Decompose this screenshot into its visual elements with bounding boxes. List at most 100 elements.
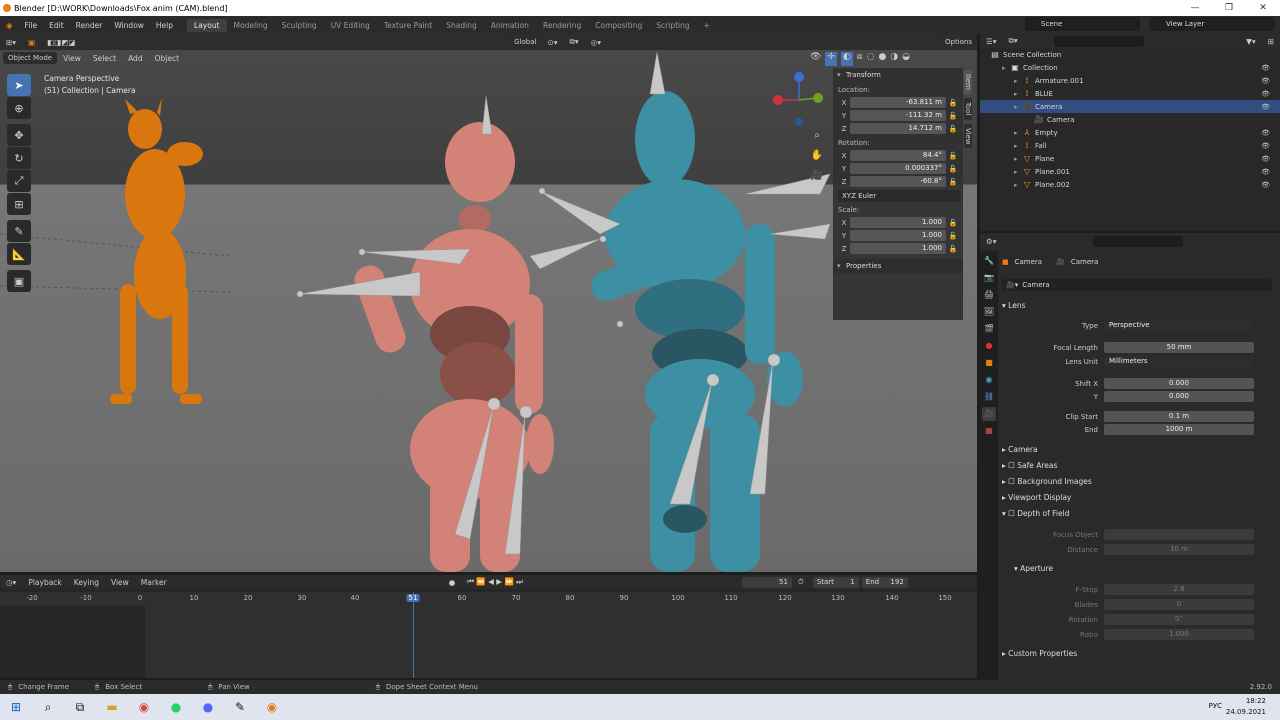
aperture-rotation-field[interactable]: 0° (1104, 614, 1254, 625)
file-explorer-icon[interactable]: ▬ (96, 694, 128, 720)
record-icon[interactable]: ● (443, 578, 462, 587)
view-layer-selector[interactable]: View Layer (1150, 17, 1275, 31)
workspace-tab-sculpting[interactable]: Sculpting (275, 19, 324, 32)
xray-icon[interactable]: ⧈ (857, 52, 863, 66)
view-layer-tab-icon[interactable]: 🖼 (982, 305, 996, 319)
blender-menu-icon[interactable]: ◉ (0, 21, 19, 30)
object-tab-icon[interactable]: ■ (982, 356, 996, 370)
pencil-app-icon[interactable]: ✎ (224, 694, 256, 720)
task-view-icon[interactable]: ⧉ (64, 694, 96, 720)
visibility-eye-icon[interactable]: 👁 (1261, 77, 1270, 85)
location-x-field[interactable]: -63.811 m (850, 97, 946, 108)
add-cube-tool-icon[interactable]: ▣ (7, 270, 31, 292)
scale-y-field[interactable]: 1.000 (850, 230, 946, 241)
outliner-row[interactable]: ▸ ⟟ Fall 👁 (980, 139, 1280, 152)
output-tab-icon[interactable]: 🖨 (982, 288, 996, 302)
minimize-button[interactable]: — (1178, 0, 1212, 16)
rotation-mode-dropdown[interactable]: XYZ Euler (838, 190, 960, 202)
viewport-display-panel-header[interactable]: ▸ Viewport Display (1002, 491, 1071, 505)
timeline-editor-icon[interactable]: ◷▾ (0, 578, 22, 587)
proportional-edit-icon[interactable]: ◎▾ (585, 38, 607, 47)
type-dropdown[interactable]: Perspective (1104, 320, 1254, 331)
expand-arrow-icon[interactable]: ▸ (1014, 90, 1022, 98)
language-indicator[interactable]: РУС (1209, 702, 1222, 710)
lock-icon[interactable]: 🔓 (946, 99, 960, 107)
blender-taskbar-icon[interactable]: ◉ (256, 694, 288, 720)
wireframe-shading-icon[interactable]: ◌ (867, 52, 875, 66)
workspace-tab-animation[interactable]: Animation (484, 19, 536, 32)
menu-add[interactable]: Add (122, 54, 149, 63)
shift-y-field[interactable]: 0.000 (1104, 391, 1254, 402)
cursor-tool-icon[interactable]: ⊕ (7, 97, 31, 119)
menu-file[interactable]: File (19, 21, 44, 30)
lens-unit-dropdown[interactable]: Millimeters (1104, 356, 1254, 367)
scene-collection-row[interactable]: ▤ Scene Collection (980, 48, 1280, 61)
search-icon[interactable]: ⌕ (32, 694, 64, 720)
scale-x-field[interactable]: 1.000 (850, 217, 946, 228)
workspace-tab-texture-paint[interactable]: Texture Paint (377, 19, 439, 32)
properties-editor-icon[interactable]: ⚙▾ (980, 237, 1003, 246)
move-tool-icon[interactable]: ✥ (7, 124, 31, 146)
menu-edit[interactable]: Edit (43, 21, 70, 30)
visibility-eye-icon[interactable]: 👁 (1261, 142, 1270, 150)
rotation-x-field[interactable]: 84.4° (850, 150, 946, 161)
workspace-tab-layout[interactable]: Layout (187, 18, 227, 32)
overlay-toggle-icon[interactable]: ◐ (840, 52, 853, 66)
taskbar-clock[interactable]: 18:22 24.09.2021 (1226, 696, 1266, 718)
zoom-icon[interactable]: ⌕ (810, 126, 824, 146)
outliner-row[interactable]: ▸ 🎥 Camera 👁 (980, 100, 1280, 113)
expand-arrow-icon[interactable]: ▸ (1014, 168, 1022, 176)
snap-icon[interactable]: ⧉▾ (564, 37, 585, 47)
visibility-eye-icon[interactable]: 👁 (1261, 168, 1270, 176)
lock-icon[interactable]: 🔓 (946, 178, 960, 186)
blades-field[interactable]: 0 (1104, 599, 1254, 610)
tab-item[interactable]: Item (964, 70, 972, 94)
scene-selector[interactable]: Scene (1025, 17, 1140, 31)
select-tool-icon[interactable]: ➤ (7, 74, 31, 96)
camera-panel-header[interactable]: ▸ Camera (1002, 443, 1038, 457)
keying-menu[interactable]: Keying (68, 578, 105, 587)
expand-arrow-icon[interactable]: ▸ (1014, 142, 1022, 150)
fstop-field[interactable]: 2.8 (1104, 584, 1254, 595)
visibility-eye-icon[interactable]: 👁 (1261, 129, 1270, 137)
playback-menu[interactable]: Playback (22, 578, 67, 587)
visibility-eye-icon[interactable]: 👁 (1261, 90, 1270, 98)
outliner-search-input[interactable] (1053, 35, 1144, 47)
tool-tab-icon[interactable]: 🔧 (982, 254, 996, 268)
outliner[interactable]: ☰▾ ⧉▾ ▼▾ ⊞ ▤ Scene Collection ▸ ▣ Collecti… (980, 34, 1280, 231)
menu-view[interactable]: View (57, 54, 87, 63)
lock-icon[interactable]: 🔓 (946, 232, 960, 240)
workspace-tab-uv-editing[interactable]: UV Editing (324, 19, 377, 32)
expand-arrow-icon[interactable]: ▸ (1014, 181, 1022, 189)
tab-view[interactable]: View (964, 123, 972, 149)
timeline-view-menu[interactable]: View (105, 578, 135, 587)
workspace-tab-scripting[interactable]: Scripting (649, 19, 696, 32)
expand-arrow-icon[interactable]: ▸ (1014, 77, 1022, 85)
lock-icon[interactable]: 🔓 (946, 125, 960, 133)
select-mode-icons[interactable]: ◧◨◩◪ (41, 38, 81, 47)
workspace-tab-shading[interactable]: Shading (439, 19, 483, 32)
material-shading-icon[interactable]: ◑ (890, 52, 898, 66)
custom-properties-panel-header[interactable]: ▸ Custom Properties (1002, 647, 1077, 661)
outliner-row[interactable]: 🎥 Camera (980, 113, 1280, 126)
discord-icon[interactable]: ● (192, 694, 224, 720)
scale-tool-icon[interactable]: ⤢ (7, 170, 31, 192)
expand-arrow-icon[interactable]: ▸ (1014, 103, 1022, 111)
ratio-field[interactable]: 1.000 (1104, 629, 1254, 640)
scale-z-field[interactable]: 1.000 (850, 243, 946, 254)
workspace-tab-compositing[interactable]: Compositing (588, 19, 649, 32)
datablock-selector[interactable]: 🎥▾ Camera (1002, 279, 1272, 291)
outliner-row[interactable]: ▸ ▽ Plane.001 👁 (980, 165, 1280, 178)
measure-tool-icon[interactable]: 📐 (7, 243, 31, 265)
playhead[interactable] (413, 592, 414, 678)
marker-menu[interactable]: Marker (135, 578, 173, 587)
focus-object-field[interactable] (1104, 529, 1254, 540)
stopwatch-icon[interactable]: ⏱ (792, 577, 810, 587)
menu-object[interactable]: Object (149, 54, 185, 63)
world-tab-icon[interactable]: ● (982, 339, 996, 353)
transform-orientation-dropdown[interactable]: Global (509, 36, 542, 48)
location-z-field[interactable]: 14.712 m (850, 123, 946, 134)
scene-tab-icon[interactable]: 🎬 (982, 322, 996, 336)
workspace-tab-modeling[interactable]: Modeling (227, 19, 275, 32)
lock-icon[interactable]: 🔓 (946, 219, 960, 227)
